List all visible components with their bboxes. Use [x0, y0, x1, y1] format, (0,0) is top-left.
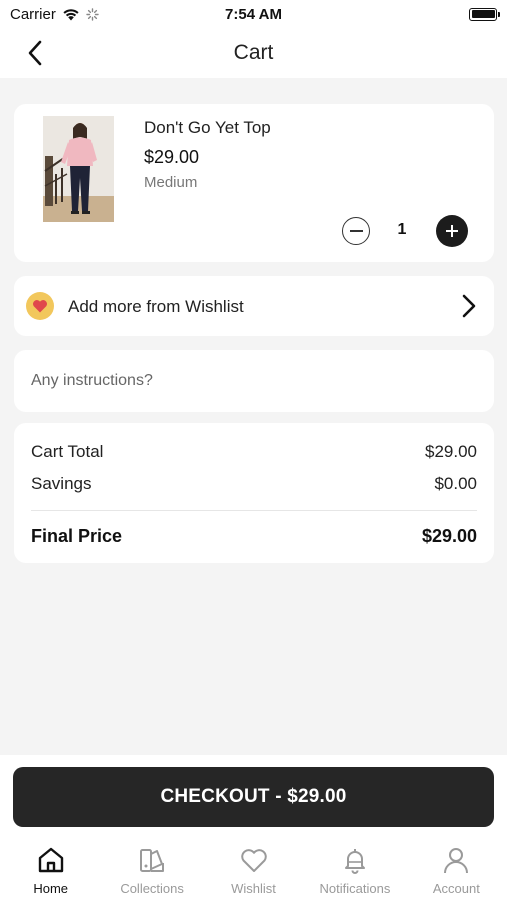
- carrier-label: Carrier: [10, 5, 56, 23]
- cart-total-row: Cart Total $29.00: [31, 442, 477, 462]
- tab-collections[interactable]: Collections: [101, 843, 202, 900]
- decrease-quantity-button[interactable]: [342, 217, 370, 245]
- final-price-row: Final Price $29.00: [31, 526, 477, 547]
- minus-icon: [349, 230, 363, 232]
- quantity-value: 1: [397, 221, 407, 238]
- collections-icon: [135, 843, 169, 877]
- wishlist-label: Add more from Wishlist: [68, 297, 244, 316]
- status-left: Carrier: [10, 6, 99, 23]
- instructions-card: [14, 350, 494, 412]
- summary-divider: [31, 510, 477, 511]
- page-title: Cart: [233, 41, 274, 64]
- chevron-left-icon: [28, 40, 42, 66]
- back-button[interactable]: [20, 38, 50, 68]
- tab-home[interactable]: Home: [0, 843, 101, 900]
- plus-icon: [446, 225, 458, 237]
- tab-wishlist[interactable]: Wishlist: [203, 843, 304, 900]
- tab-collections-label: Collections: [120, 881, 184, 896]
- wifi-icon: [63, 8, 79, 20]
- product-photo-illustration: [43, 116, 114, 222]
- savings-label: Savings: [31, 474, 92, 493]
- bell-icon: [338, 843, 372, 877]
- tab-notifications-label: Notifications: [319, 881, 391, 896]
- product-price: $29.00: [144, 147, 200, 167]
- add-from-wishlist-row[interactable]: Add more from Wishlist: [14, 276, 494, 336]
- tab-account-label: Account: [432, 881, 480, 896]
- product-name[interactable]: Don't Go Yet Top: [144, 118, 271, 138]
- status-bar: Carrier 7:54 AM: [0, 0, 507, 28]
- chevron-right-icon: [462, 294, 476, 318]
- loading-spinner-icon: [86, 7, 99, 21]
- tab-wishlist-label: Wishlist: [231, 881, 276, 896]
- cart-total-value: $29.00: [425, 442, 477, 461]
- cart-item-card: Don't Go Yet Top $29.00 Medium 1: [14, 104, 494, 262]
- tab-bar: Home Collections Wishlist Notifications …: [0, 843, 507, 900]
- final-price-value: $29.00: [421, 526, 477, 546]
- person-icon: [439, 843, 473, 877]
- instructions-input[interactable]: [14, 350, 494, 412]
- increase-quantity-button[interactable]: [436, 215, 468, 247]
- heart-icon: [33, 300, 47, 313]
- tab-home-label: Home: [33, 881, 69, 896]
- cart-screen: Carrier 7:54 AM Cart Don't Go Yet Top $2…: [0, 0, 507, 900]
- nav-bar: Cart: [0, 28, 507, 78]
- tab-account[interactable]: Account: [406, 843, 507, 900]
- product-image[interactable]: [43, 116, 114, 222]
- checkout-button[interactable]: CHECKOUT - $29.00: [13, 767, 494, 827]
- wishlist-heart-badge: [26, 292, 54, 320]
- bottom-area: CHECKOUT - $29.00 Home Collections Wishl…: [0, 755, 507, 900]
- battery-icon: [469, 7, 500, 21]
- tab-notifications[interactable]: Notifications: [304, 843, 405, 900]
- heart-outline-icon: [237, 843, 271, 877]
- final-price-label: Final Price: [31, 526, 123, 546]
- savings-value: $0.00: [434, 474, 477, 493]
- price-summary-card: Cart Total $29.00 Savings $0.00 Final Pr…: [14, 423, 494, 563]
- savings-row: Savings $0.00: [31, 474, 477, 494]
- home-icon: [34, 843, 68, 877]
- product-size: Medium: [144, 174, 198, 191]
- cart-total-label: Cart Total: [31, 442, 104, 461]
